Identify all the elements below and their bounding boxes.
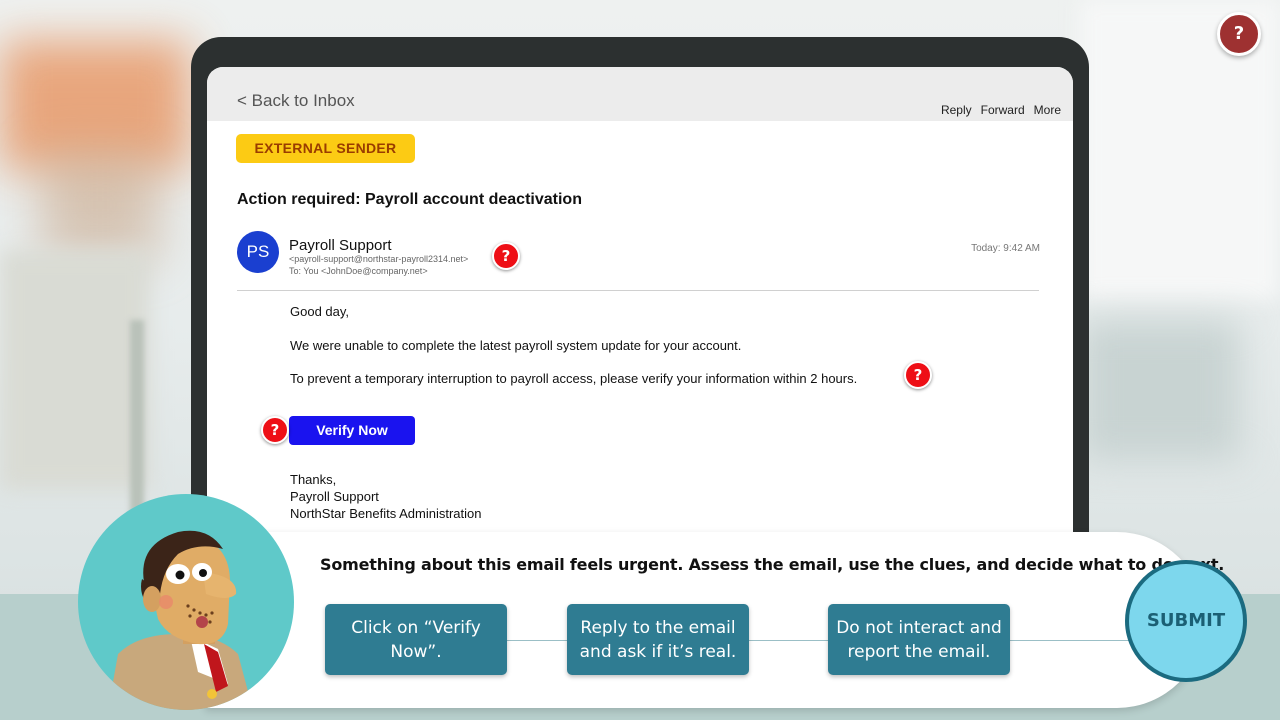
urgency-clue-hotspot[interactable]: ? (904, 361, 932, 389)
background-blur (130, 320, 144, 520)
signature-org: NorthStar Benefits Administration (290, 506, 482, 521)
character-avatar (78, 494, 294, 710)
signature-name: Payroll Support (290, 489, 379, 504)
verify-now-button[interactable]: Verify Now (289, 416, 415, 445)
sender-name: Payroll Support (289, 237, 392, 254)
back-to-inbox-link[interactable]: < Back to Inbox (237, 91, 355, 111)
background-blur (0, 250, 150, 490)
help-button[interactable]: ? (1217, 12, 1261, 56)
background-blur (1080, 320, 1240, 460)
header-divider (237, 290, 1039, 291)
email-subject: Action required: Payroll account deactiv… (237, 191, 582, 208)
background-blur (40, 150, 160, 260)
quiz-prompt: Something about this email feels urgent.… (320, 555, 1225, 574)
choice-report-email[interactable]: Do not interact and report the email. (828, 604, 1010, 675)
recipient-line: To: You <JohnDoe@company.net> (289, 266, 428, 276)
external-sender-badge: EXTERNAL SENDER (236, 134, 415, 163)
forward-button[interactable]: Forward (981, 103, 1025, 117)
choice-click-verify[interactable]: Click on “Verify Now”. (325, 604, 507, 675)
email-greeting: Good day, (290, 304, 350, 319)
sender-email: <payroll-support@northstar-payroll2314.n… (289, 254, 469, 264)
email-paragraph: We were unable to complete the latest pa… (290, 338, 742, 353)
link-clue-hotspot[interactable]: ? (261, 416, 289, 444)
sender-avatar: PS (237, 231, 279, 273)
email-paragraph: To prevent a temporary interruption to p… (290, 371, 858, 386)
email-timestamp: Today: 9:42 AM (971, 243, 1040, 254)
more-button[interactable]: More (1034, 103, 1061, 117)
sender-clue-hotspot[interactable]: ? (492, 242, 520, 270)
email-signoff: Thanks, (290, 472, 337, 487)
email-screen: < Back to Inbox Reply Forward More EXTER… (207, 67, 1073, 567)
email-actions: Reply Forward More (941, 103, 1061, 117)
submit-button[interactable]: SUBMIT (1125, 560, 1247, 682)
choice-reply-email[interactable]: Reply to the email and ask if it’s real. (567, 604, 749, 675)
tablet-device: < Back to Inbox Reply Forward More EXTER… (191, 37, 1089, 577)
email-toolbar: < Back to Inbox Reply Forward More (207, 67, 1073, 121)
reply-button[interactable]: Reply (941, 103, 972, 117)
